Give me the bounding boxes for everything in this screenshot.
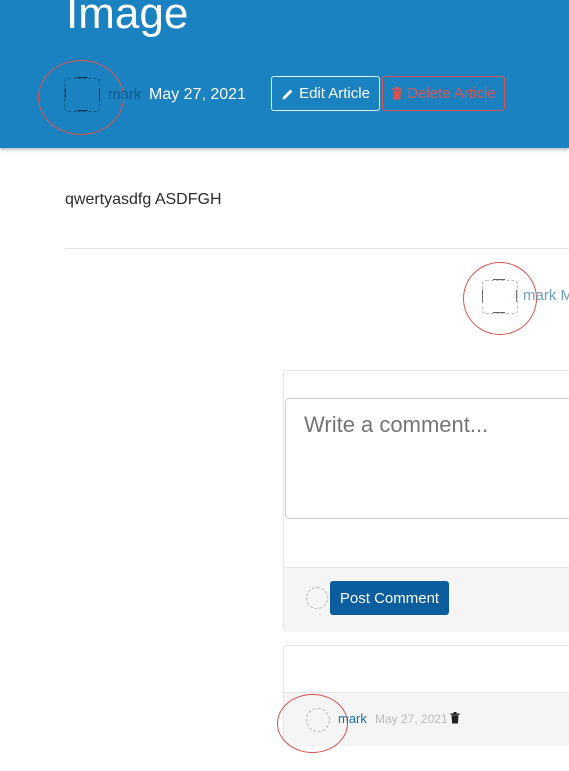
pencil-icon — [282, 89, 293, 99]
trash-icon — [450, 712, 460, 724]
delete-article-label: Delete Article — [407, 85, 496, 102]
divider — [65, 248, 569, 249]
comment-author-link[interactable]: mark — [338, 711, 367, 726]
article-banner: Image mark May 27, 2021 Edit Article Del… — [0, 0, 569, 148]
delete-article-button[interactable]: Delete Article — [382, 76, 505, 111]
author-link[interactable]: mark — [108, 86, 141, 103]
article-date: May 27, 2021 — [149, 86, 246, 103]
comment-form-avatar — [306, 587, 330, 611]
comment-date: May 27, 2021 — [375, 712, 448, 726]
post-comment-button[interactable]: Post Comment — [330, 581, 449, 615]
author-link-bottom[interactable]: mark M — [523, 287, 569, 304]
article-title: Image — [66, 0, 189, 38]
delete-comment-button[interactable] — [450, 711, 460, 729]
edit-article-button[interactable]: Edit Article — [271, 76, 380, 111]
comment-input[interactable] — [285, 398, 569, 519]
article-body: qwertyasdfg ASDFGH — [65, 191, 222, 208]
trash-icon — [392, 87, 403, 100]
edit-article-label: Edit Article — [299, 85, 370, 102]
